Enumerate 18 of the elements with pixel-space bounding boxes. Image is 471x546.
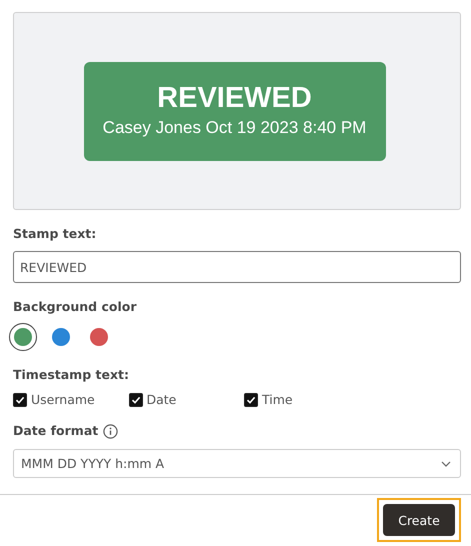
chevron-down-icon	[441, 460, 451, 466]
info-icon[interactable]	[103, 424, 118, 438]
stamp-subtitle: Casey Jones Oct 19 2023 8:40 PM	[102, 119, 366, 138]
stamp-title: REVIEWED	[157, 84, 312, 114]
checkbox[interactable]	[128, 392, 142, 406]
checkbox-label: Username	[31, 392, 95, 407]
field-label: Stamp text:	[13, 226, 98, 242]
checkbox[interactable]	[244, 392, 258, 406]
checkbox-label: Time	[262, 392, 293, 407]
field-label: Background color	[13, 299, 138, 315]
date-format-dropdown[interactable]: MMM DD YYYY h:mm A	[13, 449, 461, 478]
color-swatch[interactable]	[9, 323, 37, 351]
field-label: Timestamp text:	[13, 367, 130, 383]
checkbox-label: Date	[146, 392, 176, 407]
stamp-text-field[interactable]: REVIEWED	[13, 251, 461, 283]
checkbox[interactable]	[13, 392, 27, 406]
field-label: Date format	[13, 423, 98, 439]
create-button[interactable]: Create	[383, 504, 455, 536]
